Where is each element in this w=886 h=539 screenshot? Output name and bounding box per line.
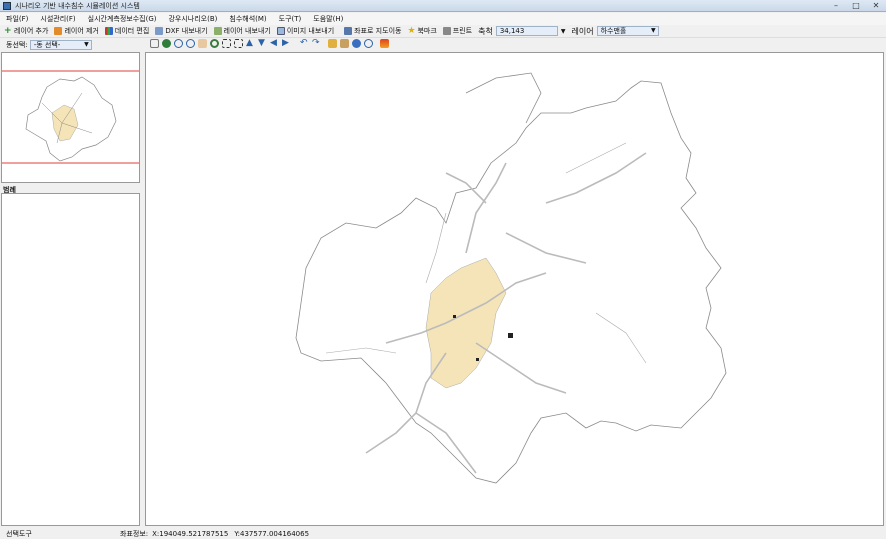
layer-value: 하수맨홀 [600, 27, 627, 35]
dxf-icon [155, 27, 164, 35]
menu-tools[interactable]: 도구(T) [279, 14, 302, 24]
dong-select[interactable]: -동 선택- ▼ [29, 39, 92, 50]
window-controls: – □ ✕ [830, 1, 882, 10]
map-tools: ▲ ▼ ◀ ▶ ↶ ↷ [150, 39, 392, 48]
star-icon: ★ [407, 26, 416, 36]
window-title: 시나리오 기반 내수침수 시뮬레이션 시스템 [15, 1, 140, 10]
plus-icon: + [4, 26, 12, 36]
dong-label: 동선택: [6, 40, 28, 49]
maximize-button[interactable]: □ [850, 1, 862, 10]
menu-file[interactable]: 파일(F) [6, 14, 28, 24]
minimize-button[interactable]: – [830, 1, 842, 10]
chevron-down-icon: ▼ [84, 40, 89, 48]
edit-data-label: 데이터 편집 [114, 27, 150, 35]
zoom-extent-icon[interactable] [234, 39, 243, 48]
globe-icon[interactable] [162, 39, 171, 48]
coordinate-icon [344, 27, 353, 35]
goto-coord-button[interactable]: 좌표로 지도이동 [344, 26, 401, 36]
folder-icon[interactable] [328, 39, 337, 48]
chevron-down-icon: ▼ [650, 27, 656, 34]
map-view[interactable] [145, 52, 884, 526]
arrow-left-icon[interactable]: ◀ [270, 39, 279, 48]
arrow-down-icon[interactable]: ▼ [258, 39, 267, 48]
menu-bar: 파일(F) 시설관리(F) 실시간계측정보수집(G) 강우시나리오(B) 침수해… [0, 13, 886, 25]
export-layer-label: 레이어 내보내기 [223, 27, 271, 35]
north-boundary [465, 72, 542, 124]
title-bar: 시나리오 기반 내수침수 시뮬레이션 시스템 – □ ✕ [0, 0, 886, 12]
bookmark-label: 북마크 [417, 27, 437, 35]
add-layer-button[interactable]: + 레이어 추가 [4, 26, 48, 36]
manhole-marker[interactable] [453, 315, 456, 318]
watershed-boundary [295, 80, 727, 484]
pan-icon[interactable] [198, 39, 207, 48]
status-x: X:194049.521787515 [152, 529, 229, 538]
print-label: 프린트 [452, 27, 473, 35]
search-icon[interactable] [364, 39, 373, 48]
print-button[interactable]: 프린트 [442, 26, 473, 36]
menu-flood-analysis[interactable]: 침수해석(M) [229, 14, 266, 24]
bookmark-button[interactable]: ★ 북마크 [407, 26, 436, 36]
map-canvas [295, 72, 727, 484]
menu-facility[interactable]: 시설관리(F) [40, 14, 75, 24]
layer-select[interactable]: 하수맨홀 ▼ [596, 26, 659, 36]
undo-icon[interactable]: ↶ [300, 39, 309, 48]
remove-layer-button[interactable]: 레이어 제거 [54, 26, 99, 36]
close-button[interactable]: ✕ [870, 1, 882, 10]
export-layer-button[interactable]: 레이어 내보내기 [213, 26, 271, 36]
image-icon [276, 27, 285, 35]
add-layer-label: 레이어 추가 [14, 27, 49, 35]
chevron-down-icon[interactable]: ▼ [561, 28, 566, 35]
layer-label: 레이어 [571, 26, 594, 36]
dong-value: -동 선택- [33, 40, 61, 49]
table-icon[interactable] [340, 39, 349, 48]
overview-map[interactable] [1, 52, 140, 183]
status-y: Y:437577.004164065 [234, 529, 310, 538]
map-toolbar: 동선택: -동 선택- ▼ ▲ ▼ ◀ ▶ ↶ ↷ [0, 38, 886, 51]
chart-tool-icon[interactable] [380, 39, 389, 48]
redo-icon[interactable]: ↷ [312, 39, 321, 48]
zoom-in-icon[interactable] [174, 39, 183, 48]
chart-icon [104, 27, 113, 35]
scale-label: 축척 [478, 26, 493, 36]
status-coord-label: 좌표정보: [120, 529, 149, 538]
menu-help[interactable]: 도움말(H) [313, 14, 343, 24]
main-toolbar: + 레이어 추가 레이어 제거 데이터 편집 DXF 내보내기 레이어 내보내기… [0, 25, 886, 38]
export-image-button[interactable]: 이미지 내보내기 [276, 26, 335, 36]
status-bar: 선택도구 좌표정보: X:194049.521787515 Y:437577.0… [0, 528, 886, 539]
zoom-out-icon[interactable] [186, 39, 195, 48]
menu-rain-scenario[interactable]: 강우시나리오(B) [168, 14, 217, 24]
arrow-right-icon[interactable]: ▶ [282, 39, 291, 48]
edit-data-button[interactable]: 데이터 편집 [104, 26, 150, 36]
legend-panel [1, 193, 140, 526]
urban-area [425, 257, 507, 389]
info-icon[interactable] [352, 39, 361, 48]
layer-export-icon [213, 27, 222, 35]
overview-urban-area [51, 104, 79, 142]
manhole-marker[interactable] [508, 333, 513, 338]
scale-input[interactable]: 34,143 [495, 26, 558, 36]
app-icon [3, 1, 11, 10]
printer-icon [442, 27, 451, 35]
goto-coord-label: 좌표로 지도이동 [354, 27, 402, 35]
manhole-marker[interactable] [476, 358, 479, 361]
arrow-up-icon[interactable]: ▲ [246, 39, 255, 48]
status-tool: 선택도구 [6, 529, 32, 538]
menu-realtime[interactable]: 실시간계측정보수집(G) [88, 14, 157, 24]
road-network [365, 152, 647, 474]
refresh-icon[interactable] [210, 39, 219, 48]
pointer-icon[interactable] [150, 39, 159, 48]
scale-value: 34,143 [499, 27, 525, 35]
export-image-label: 이미지 내보내기 [286, 27, 335, 35]
export-dxf-button[interactable]: DXF 내보내기 [155, 26, 208, 36]
overview-map-canvas [2, 70, 139, 164]
remove-layer-icon [54, 27, 63, 35]
export-dxf-label: DXF 내보내기 [165, 27, 208, 35]
full-extent-icon[interactable] [222, 39, 231, 48]
remove-layer-label: 레이어 제거 [64, 27, 99, 35]
